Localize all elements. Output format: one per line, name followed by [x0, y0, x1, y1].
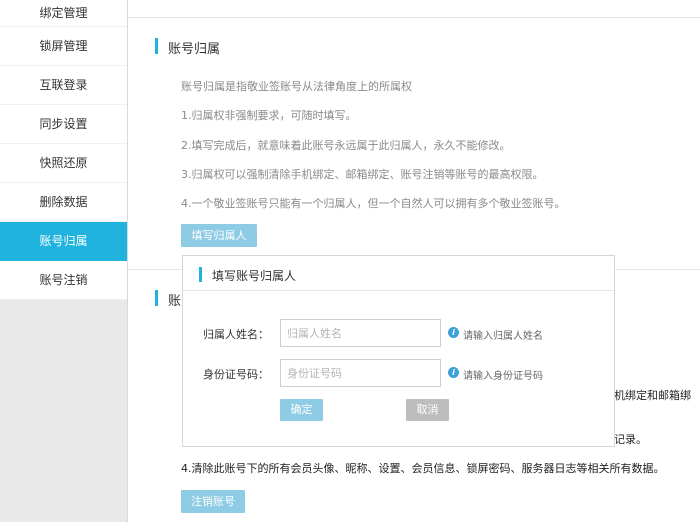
id-number-input[interactable] [280, 359, 441, 387]
divider [183, 290, 614, 291]
cancel-button[interactable]: 取消 [406, 399, 449, 421]
sidebar-item-account-ownership[interactable]: 账号归属 [0, 222, 127, 261]
id-number-label: 身份证号码： [203, 368, 269, 381]
info-icon: i [448, 327, 459, 338]
section-marker [155, 38, 158, 54]
sidebar-item-sync-settings[interactable]: 同步设置 [0, 105, 127, 144]
owner-name-label: 归属人姓名： [203, 328, 269, 341]
sidebar-menu: 绑定管理 锁屏管理 互联登录 同步设置 快照还原 删除数据 账号归属 账号注销 [0, 0, 127, 300]
sidebar-item-lockscreen[interactable]: 锁屏管理 [0, 27, 127, 66]
ownership-point-2: 2.填写完成后，就意味着此账号永远属于此归属人，永久不能修改。 [181, 139, 511, 152]
ownership-point-3: 3.归属权可以强制清除手机绑定、邮箱绑定、账号注销等账号的最高权限。 [181, 168, 544, 181]
info-icon: i [448, 367, 459, 378]
sidebar: 绑定管理 锁屏管理 互联登录 同步设置 快照还原 删除数据 账号归属 账号注销 [0, 0, 128, 522]
sidebar-item-snapshot-restore[interactable]: 快照还原 [0, 144, 127, 183]
sidebar-item-account-cancel[interactable]: 账号注销 [0, 261, 127, 300]
cancel-section-title: 账 [168, 294, 182, 309]
confirm-button[interactable]: 确定 [280, 399, 323, 421]
owner-name-hint: 请输入归属人姓名 [463, 331, 543, 342]
sidebar-item-interconnect-login[interactable]: 互联登录 [0, 66, 127, 105]
divider [128, 17, 700, 18]
ownership-intro: 账号归属是指敬业签账号从法律角度上的所属权 [181, 80, 412, 93]
ownership-point-1: 1.归属权非强制要求，可随时填写。 [181, 109, 357, 122]
dialog-title-marker [199, 267, 202, 282]
cancel-text-fragment: 记录。 [614, 433, 647, 446]
sidebar-item-binding[interactable]: 绑定管理 [0, 0, 127, 27]
section-marker [155, 290, 158, 306]
ownership-point-4: 4.一个敬业签账号只能有一个归属人，但一个自然人可以拥有多个敬业签账号。 [181, 197, 566, 210]
id-number-hint: 请输入身份证号码 [463, 371, 543, 382]
owner-dialog: 填写账号归属人 归属人姓名： i 请输入归属人姓名 身份证号码： i 请输入身份… [182, 255, 615, 447]
cancel-account-button[interactable]: 注销账号 [181, 490, 245, 513]
fill-owner-button[interactable]: 填写归属人 [181, 224, 257, 247]
dialog-title: 填写账号归属人 [212, 269, 297, 283]
cancel-point-4: 4.清除此账号下的所有会员头像、昵称、设置、会员信息、锁屏密码、服务器日志等相关… [181, 462, 665, 475]
owner-name-input[interactable] [280, 319, 441, 347]
sidebar-item-delete-data[interactable]: 删除数据 [0, 183, 127, 222]
cancel-text-fragment: 机绑定和邮箱绑 [614, 389, 691, 402]
ownership-title: 账号归属 [168, 42, 221, 57]
